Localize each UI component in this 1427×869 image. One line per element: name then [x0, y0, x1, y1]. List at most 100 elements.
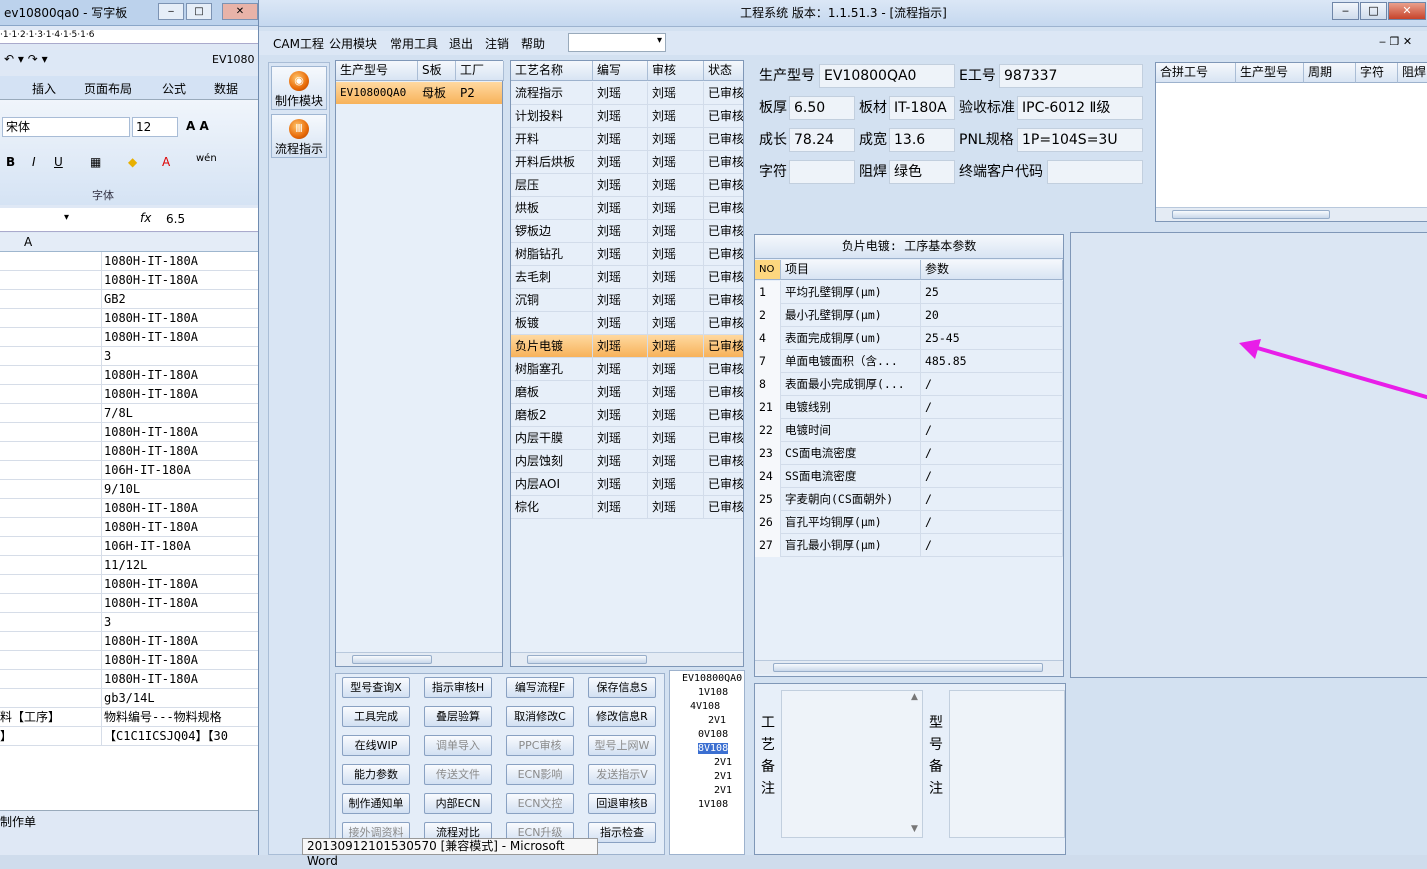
- action-button[interactable]: 工具完成: [342, 706, 410, 727]
- action-button[interactable]: 传送文件: [424, 764, 492, 785]
- grow-font-icon[interactable]: A A: [186, 119, 209, 133]
- table-row[interactable]: 树脂塞孔 刘瑶 刘瑶 已审核: [511, 358, 743, 381]
- font-color-icon[interactable]: A: [162, 155, 170, 169]
- action-button[interactable]: 在线WIP: [342, 735, 410, 756]
- merge-header-model[interactable]: 生产型号: [1236, 63, 1304, 83]
- table-row[interactable]: 4 表面完成铜厚(um) 25-45: [755, 327, 1063, 350]
- tab-data[interactable]: 数据: [214, 80, 238, 97]
- scroll-arrows-icon[interactable]: ▼: [911, 824, 918, 834]
- cell-b[interactable]: 1080H-IT-180A: [104, 651, 262, 670]
- table-row[interactable]: 22 电镀时间 /: [755, 419, 1063, 442]
- excel-minimize-button[interactable]: ‒: [158, 3, 184, 20]
- param-header-value[interactable]: 参数: [921, 260, 1063, 280]
- merge-header-soldermask[interactable]: 阻焊: [1398, 63, 1427, 83]
- border-icon[interactable]: ▦: [90, 155, 101, 169]
- table-row[interactable]: 层压 刘瑶 刘瑶 已审核: [511, 174, 743, 197]
- table-row[interactable]: 27 盲孔最小铜厚(μm) /: [755, 534, 1063, 557]
- action-button[interactable]: 型号上网W: [588, 735, 656, 756]
- cell-a[interactable]: [0, 385, 102, 404]
- cell-b[interactable]: 1080H-IT-180A: [104, 632, 262, 651]
- cell-a[interactable]: [0, 575, 102, 594]
- tab-formula[interactable]: 公式: [162, 80, 186, 97]
- cell-a[interactable]: [0, 404, 102, 423]
- table-row[interactable]: 内层蚀刻 刘瑶 刘瑶 已审核: [511, 450, 743, 473]
- cell-a[interactable]: [0, 271, 102, 290]
- table-row[interactable]: 106H-IT-180A: [0, 461, 262, 480]
- cell-a[interactable]: [0, 461, 102, 480]
- cell-a[interactable]: [0, 366, 102, 385]
- sheet-tab[interactable]: 制作单: [0, 813, 36, 830]
- table-row[interactable]: gb3/14L: [0, 689, 262, 708]
- model-remark-input[interactable]: [949, 690, 1065, 838]
- cell-b[interactable]: 1080H-IT-180A: [104, 499, 262, 518]
- merge-header-no[interactable]: 合拼工号: [1156, 63, 1236, 83]
- table-row[interactable]: 25 字麦朝向(CS面朝外) /: [755, 488, 1063, 511]
- table-row[interactable]: 1080H-IT-180A: [0, 271, 262, 290]
- table-row[interactable]: 1080H-IT-180A: [0, 594, 262, 613]
- table-row[interactable]: 流程指示 刘瑶 刘瑶 已审核: [511, 82, 743, 105]
- cell-a[interactable]: [0, 347, 102, 366]
- tree-node[interactable]: 0V108: [698, 729, 728, 740]
- action-button[interactable]: 指示审核H: [424, 677, 492, 698]
- model-scrollbar[interactable]: [336, 652, 502, 666]
- action-button[interactable]: 修改信息R: [588, 706, 656, 727]
- param-scrollbar[interactable]: [755, 660, 1063, 674]
- field-thickness[interactable]: 6.50: [789, 96, 855, 120]
- table-row[interactable]: 开料 刘瑶 刘瑶 已审核: [511, 128, 743, 151]
- table-row[interactable]: 2 最小孔壁铜厚(μm) 20: [755, 304, 1063, 327]
- process-header-status[interactable]: 状态: [704, 61, 743, 81]
- field-char[interactable]: [789, 160, 855, 184]
- table-row[interactable]: 】【C1C1ICSJQ04】【30: [0, 727, 262, 746]
- cell-b[interactable]: GB2: [104, 290, 262, 309]
- model-header-board[interactable]: S板: [418, 61, 456, 81]
- table-row[interactable]: EV10800QA0 母板 P2: [336, 82, 502, 104]
- merge-scrollbar[interactable]: [1156, 207, 1427, 221]
- cell-a[interactable]: [0, 309, 102, 328]
- italic-icon[interactable]: I: [32, 155, 36, 169]
- process-header-writer[interactable]: 编写: [593, 61, 648, 81]
- undo-icon[interactable]: ↶ ▾ ↷ ▾: [4, 52, 48, 66]
- action-button[interactable]: PPC审核: [506, 735, 574, 756]
- tree-node[interactable]: 1V108: [698, 799, 728, 810]
- param-header-no[interactable]: NO: [755, 260, 781, 280]
- cell-a[interactable]: [0, 518, 102, 537]
- scroll-arrows-icon[interactable]: ▲: [911, 692, 918, 702]
- tree-node[interactable]: 2V1: [714, 771, 732, 782]
- table-row[interactable]: 板镀 刘瑶 刘瑶 已审核: [511, 312, 743, 335]
- underline-icon[interactable]: U: [54, 155, 63, 169]
- cell-b[interactable]: 物料编号---物料规格: [104, 708, 262, 727]
- cell-b[interactable]: 【C1C1ICSJQ04】【30: [104, 727, 262, 746]
- cell-a[interactable]: [0, 613, 102, 632]
- table-row[interactable]: 沉铜 刘瑶 刘瑶 已审核: [511, 289, 743, 312]
- cell-a[interactable]: [0, 442, 102, 461]
- cell-a[interactable]: [0, 651, 102, 670]
- field-eno[interactable]: 987337: [999, 64, 1143, 88]
- table-row[interactable]: 3: [0, 347, 262, 366]
- table-row[interactable]: 7 单面电镀面积（含... 485.85: [755, 350, 1063, 373]
- cell-b[interactable]: 7/8L: [104, 404, 262, 423]
- table-row[interactable]: 去毛刺 刘瑶 刘瑶 已审核: [511, 266, 743, 289]
- field-standard[interactable]: IPC-6012 Ⅱ级: [1017, 96, 1143, 120]
- cell-a[interactable]: [0, 328, 102, 347]
- table-row[interactable]: 烘板 刘瑶 刘瑶 已审核: [511, 197, 743, 220]
- cell-b[interactable]: 106H-IT-180A: [104, 537, 262, 556]
- fill-color-icon[interactable]: ◆: [128, 155, 137, 169]
- excel-maximize-button[interactable]: □: [186, 3, 212, 20]
- menu-exit[interactable]: 退出: [449, 35, 473, 52]
- field-material[interactable]: IT-180A: [889, 96, 955, 120]
- action-button[interactable]: 制作通知单: [342, 793, 410, 814]
- font-size-select[interactable]: 12: [132, 117, 178, 137]
- field-model[interactable]: EV10800QA0: [819, 64, 955, 88]
- menu-combo-select[interactable]: ▾: [568, 33, 666, 52]
- table-row[interactable]: 料【工序】 物料编号---物料规格: [0, 708, 262, 727]
- tree-node[interactable]: 4V108: [690, 701, 720, 712]
- menu-cam[interactable]: CAM工程: [273, 35, 324, 52]
- action-button[interactable]: ECN文控: [506, 793, 574, 814]
- table-row[interactable]: 7/8L: [0, 404, 262, 423]
- mdi-window-controls-icon[interactable]: ‒ ❐ ✕: [1379, 35, 1412, 48]
- cell-b[interactable]: 1080H-IT-180A: [104, 271, 262, 290]
- table-row[interactable]: 1080H-IT-180A: [0, 518, 262, 537]
- menu-help[interactable]: 帮助: [521, 35, 545, 52]
- table-row[interactable]: 计划投料 刘瑶 刘瑶 已审核: [511, 105, 743, 128]
- menu-tools[interactable]: 常用工具: [390, 35, 438, 52]
